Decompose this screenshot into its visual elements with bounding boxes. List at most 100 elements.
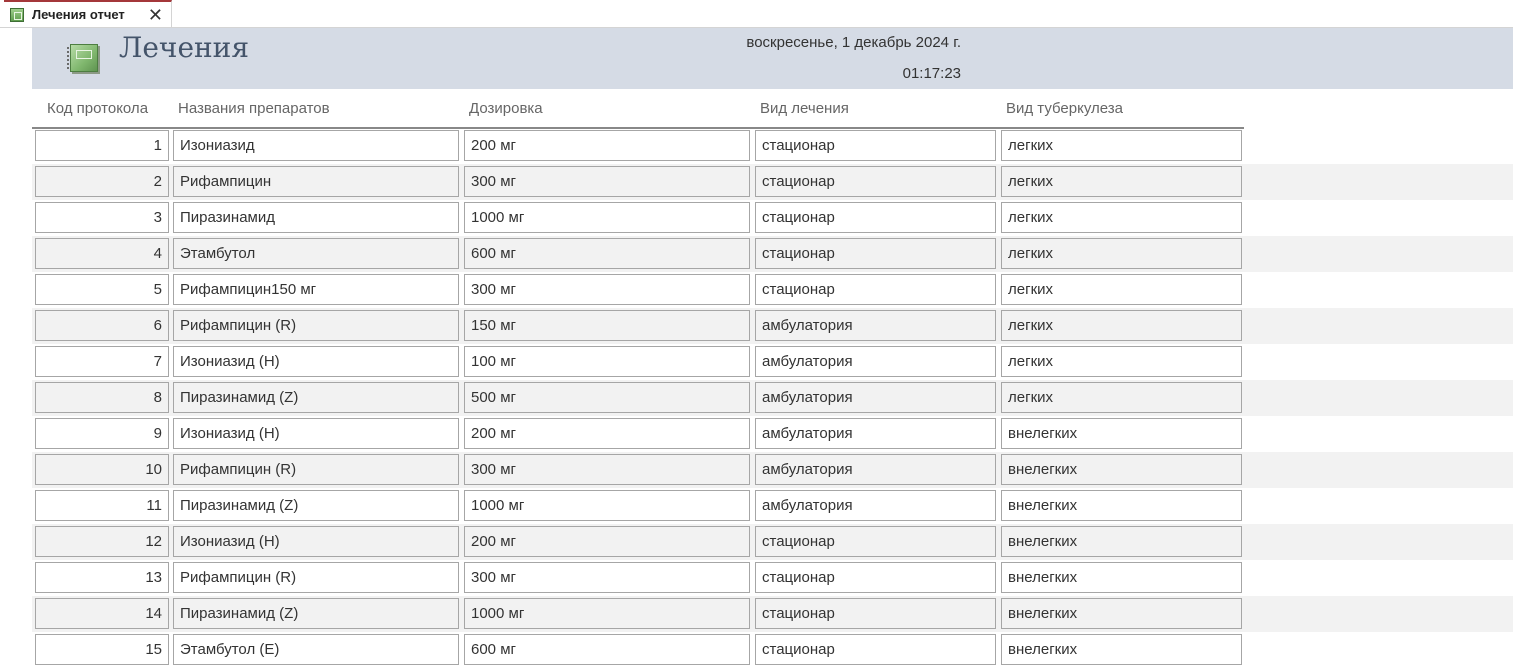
cell-drug-name[interactable]: Рифампицин (R) xyxy=(173,310,459,341)
cell-protocol-id[interactable]: 9 xyxy=(35,418,169,449)
report-date: воскресенье, 1 декабрь 2024 г. xyxy=(746,34,961,51)
cell-drug-name[interactable]: Рифампицин150 мг xyxy=(173,274,459,305)
cell-protocol-id[interactable]: 12 xyxy=(35,526,169,557)
cell-treatment-type[interactable]: амбулатория xyxy=(755,490,996,521)
cell-drug-name[interactable]: Изониазид (H) xyxy=(173,418,459,449)
table-row: 15 Этамбутол (E) 600 мг стационар внелегких xyxy=(32,632,1513,668)
cell-dosage[interactable]: 600 мг xyxy=(464,238,750,269)
tab-title: Лечения отчет xyxy=(32,7,125,22)
cell-dosage[interactable]: 1000 мг xyxy=(464,598,750,629)
cell-treatment-type[interactable]: стационар xyxy=(755,238,996,269)
cell-treatment-type[interactable]: стационар xyxy=(755,598,996,629)
cell-protocol-id[interactable]: 1 xyxy=(35,130,169,161)
cell-tb-type[interactable]: легких xyxy=(1001,202,1242,233)
cell-treatment-type[interactable]: амбулатория xyxy=(755,418,996,449)
cell-treatment-type[interactable]: стационар xyxy=(755,166,996,197)
table-row: 1 Изониазид 200 мг стационар легких xyxy=(32,128,1513,164)
column-header-treatment-type: Вид лечения xyxy=(760,100,849,117)
cell-treatment-type[interactable]: стационар xyxy=(755,274,996,305)
cell-treatment-type[interactable]: стационар xyxy=(755,202,996,233)
cell-drug-name[interactable]: Пиразинамид (Z) xyxy=(173,490,459,521)
report-icon xyxy=(10,7,24,22)
cell-treatment-type[interactable]: амбулатория xyxy=(755,382,996,413)
cell-tb-type[interactable]: внелегких xyxy=(1001,418,1242,449)
cell-dosage[interactable]: 1000 мг xyxy=(464,490,750,521)
cell-drug-name[interactable]: Изониазид (H) xyxy=(173,346,459,377)
report-title: Лечения xyxy=(119,31,250,64)
cell-tb-type[interactable]: внелегких xyxy=(1001,454,1242,485)
cell-dosage[interactable]: 200 мг xyxy=(464,418,750,449)
cell-protocol-id[interactable]: 5 xyxy=(35,274,169,305)
cell-tb-type[interactable]: внелегких xyxy=(1001,598,1242,629)
cell-drug-name[interactable]: Пиразинамид (Z) xyxy=(173,382,459,413)
cell-drug-name[interactable]: Этамбутол (E) xyxy=(173,634,459,665)
table-row: 5 Рифампицин150 мг 300 мг стационар легких xyxy=(32,272,1513,308)
cell-protocol-id[interactable]: 7 xyxy=(35,346,169,377)
cell-protocol-id[interactable]: 10 xyxy=(35,454,169,485)
report-header: Лечения воскресенье, 1 декабрь 2024 г. 0… xyxy=(32,28,1513,89)
cell-drug-name[interactable]: Рифампицин (R) xyxy=(173,562,459,593)
cell-protocol-id[interactable]: 6 xyxy=(35,310,169,341)
table-row: 13 Рифампицин (R) 300 мг стационар внелегких xyxy=(32,560,1513,596)
cell-treatment-type[interactable]: стационар xyxy=(755,634,996,665)
cell-tb-type[interactable]: легких xyxy=(1001,238,1242,269)
table-row: 3 Пиразинамид 1000 мг стационар легких xyxy=(32,200,1513,236)
cell-tb-type[interactable]: легких xyxy=(1001,130,1242,161)
cell-dosage[interactable]: 300 мг xyxy=(464,454,750,485)
cell-treatment-type[interactable]: стационар xyxy=(755,130,996,161)
cell-dosage[interactable]: 500 мг xyxy=(464,382,750,413)
table-row: 11 Пиразинамид (Z) 1000 мг амбулатория внеле… xyxy=(32,488,1513,524)
cell-protocol-id[interactable]: 2 xyxy=(35,166,169,197)
cell-tb-type[interactable]: легких xyxy=(1001,310,1242,341)
cell-dosage[interactable]: 300 мг xyxy=(464,562,750,593)
report-time: 01:17:23 xyxy=(902,65,961,82)
column-header-name: Названия препаратов xyxy=(178,100,330,117)
cell-dosage[interactable]: 300 мг xyxy=(464,274,750,305)
cell-dosage[interactable]: 100 мг xyxy=(464,346,750,377)
cell-tb-type[interactable]: внелегких xyxy=(1001,562,1242,593)
cell-protocol-id[interactable]: 4 xyxy=(35,238,169,269)
cell-treatment-type[interactable]: стационар xyxy=(755,562,996,593)
cell-dosage[interactable]: 1000 мг xyxy=(464,202,750,233)
cell-drug-name[interactable]: Этамбутол xyxy=(173,238,459,269)
table-row: 8 Пиразинамид (Z) 500 мг амбулатория легких xyxy=(32,380,1513,416)
cell-protocol-id[interactable]: 14 xyxy=(35,598,169,629)
cell-protocol-id[interactable]: 8 xyxy=(35,382,169,413)
cell-dosage[interactable]: 300 мг xyxy=(464,166,750,197)
table-row: 7 Изониазид (H) 100 мг амбулатория легких xyxy=(32,344,1513,380)
cell-tb-type[interactable]: внелегких xyxy=(1001,490,1242,521)
cell-tb-type[interactable]: внелегких xyxy=(1001,634,1242,665)
cell-protocol-id[interactable]: 13 xyxy=(35,562,169,593)
table-row: 2 Рифампицин 300 мг стационар легких xyxy=(32,164,1513,200)
cell-dosage[interactable]: 150 мг xyxy=(464,310,750,341)
cell-protocol-id[interactable]: 3 xyxy=(35,202,169,233)
cell-drug-name[interactable]: Изониазид (H) xyxy=(173,526,459,557)
report-tab[interactable]: Лечения отчет ✕ xyxy=(4,0,172,27)
column-headers: Код протокола Названия препаратов Дозиро… xyxy=(32,90,1244,129)
cell-tb-type[interactable]: легких xyxy=(1001,166,1242,197)
cell-tb-type[interactable]: легких xyxy=(1001,346,1242,377)
cell-dosage[interactable]: 600 мг xyxy=(464,634,750,665)
cell-dosage[interactable]: 200 мг xyxy=(464,130,750,161)
cell-tb-type[interactable]: легких xyxy=(1001,274,1242,305)
cell-treatment-type[interactable]: амбулатория xyxy=(755,454,996,485)
cell-treatment-type[interactable]: стационар xyxy=(755,526,996,557)
cell-dosage[interactable]: 200 мг xyxy=(464,526,750,557)
table-row: 6 Рифампицин (R) 150 мг амбулатория легких xyxy=(32,308,1513,344)
cell-tb-type[interactable]: легких xyxy=(1001,382,1242,413)
cell-drug-name[interactable]: Пиразинамид xyxy=(173,202,459,233)
cell-protocol-id[interactable]: 15 xyxy=(35,634,169,665)
report-icon xyxy=(67,44,98,72)
cell-treatment-type[interactable]: амбулатория xyxy=(755,310,996,341)
cell-drug-name[interactable]: Рифампицин xyxy=(173,166,459,197)
column-header-tb-type: Вид туберкулеза xyxy=(1006,100,1124,117)
column-header-dose: Дозировка xyxy=(469,100,543,117)
cell-protocol-id[interactable]: 11 xyxy=(35,490,169,521)
cell-drug-name[interactable]: Рифампицин (R) xyxy=(173,454,459,485)
column-header-id: Код протокола xyxy=(47,100,149,117)
cell-treatment-type[interactable]: амбулатория xyxy=(755,346,996,377)
close-icon[interactable]: ✕ xyxy=(148,4,163,26)
cell-tb-type[interactable]: внелегких xyxy=(1001,526,1242,557)
cell-drug-name[interactable]: Пиразинамид (Z) xyxy=(173,598,459,629)
cell-drug-name[interactable]: Изониазид xyxy=(173,130,459,161)
